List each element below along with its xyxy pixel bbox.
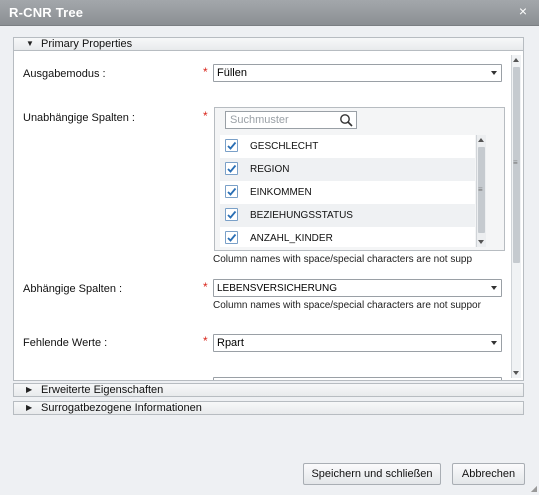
section-primary-label: Primary Properties xyxy=(41,38,133,50)
dependent-columns-select[interactable]: LEBENSVERSICHERUNG xyxy=(213,279,502,297)
list-item[interactable]: GESCHLECHT xyxy=(220,135,475,158)
chevron-down-icon xyxy=(491,286,497,290)
search-placeholder: Suchmuster xyxy=(230,114,289,126)
scroll-up-icon[interactable] xyxy=(513,58,519,62)
checkmark-icon xyxy=(227,210,237,219)
list-item[interactable]: REGION xyxy=(220,158,475,181)
chevron-down-icon xyxy=(491,341,497,345)
independent-columns-label: Unabhängige Spalten : xyxy=(23,112,135,124)
missing-values-select[interactable]: Rpart xyxy=(213,334,502,352)
search-icon[interactable] xyxy=(339,113,353,127)
list-item-label: REGION xyxy=(250,164,290,175)
required-marker: * xyxy=(203,280,208,294)
output-mode-select[interactable]: Füllen xyxy=(213,64,502,82)
expand-triangle-icon: ▶ xyxy=(26,385,33,394)
checkbox[interactable] xyxy=(225,231,238,244)
checkmark-icon xyxy=(227,164,237,173)
section-surrogate-label: Surrogatbezogene Informationen xyxy=(41,402,202,414)
panel-scrollbar[interactable]: ≡ xyxy=(511,55,521,378)
checkbox[interactable] xyxy=(225,208,238,221)
list-item[interactable]: ANZAHL_KINDER xyxy=(220,227,475,247)
dependent-columns-value: LEBENSVERSICHERUNG xyxy=(217,283,338,294)
checkbox[interactable] xyxy=(225,162,238,175)
section-surrogate-info[interactable]: ▶ Surrogatbezogene Informationen xyxy=(13,401,524,415)
grip-icon: ≡ xyxy=(478,185,483,194)
dependent-columns-hint: Column names with space/special characte… xyxy=(213,300,481,311)
partially-hidden-select[interactable] xyxy=(213,377,502,380)
list-item-label: BEZIEHUNGSSTATUS xyxy=(250,210,353,221)
save-and-close-button[interactable]: Speichern und schließen xyxy=(303,463,441,485)
cancel-button[interactable]: Abbrechen xyxy=(452,463,525,485)
output-mode-label: Ausgabemodus : xyxy=(23,68,106,80)
section-advanced-label: Erweiterte Eigenschaften xyxy=(41,384,164,396)
list-scrollbar[interactable]: ≡ xyxy=(476,135,486,247)
checkbox[interactable] xyxy=(225,139,238,152)
close-icon[interactable]: × xyxy=(516,4,530,18)
search-input[interactable]: Suchmuster xyxy=(225,111,357,129)
collapse-triangle-icon: ▼ xyxy=(26,39,34,48)
list-item-label: ANZAHL_KINDER xyxy=(250,233,333,244)
chevron-down-icon xyxy=(491,71,497,75)
output-mode-value: Füllen xyxy=(217,67,247,79)
required-marker: * xyxy=(203,109,208,123)
window-title: R-CNR Tree xyxy=(9,5,84,20)
checkmark-icon xyxy=(227,187,237,196)
list-item[interactable]: BEZIEHUNGSSTATUS xyxy=(220,204,475,227)
checkbox[interactable] xyxy=(225,185,238,198)
checkmark-icon xyxy=(227,233,237,242)
column-list: GESCHLECHT REGION EINKOMMEN BEZIEHUNGSST… xyxy=(220,135,475,247)
dependent-columns-label: Abhängige Spalten : xyxy=(23,283,123,295)
section-advanced-properties[interactable]: ▶ Erweiterte Eigenschaften xyxy=(13,383,524,397)
resize-grip-icon[interactable]: ◢ xyxy=(531,484,537,493)
list-item[interactable]: EINKOMMEN xyxy=(220,181,475,204)
window-titlebar: R-CNR Tree × xyxy=(0,0,539,26)
primary-properties-panel: Ausgabemodus : * Füllen Unabhängige Spal… xyxy=(13,51,524,381)
checkmark-icon xyxy=(227,141,237,150)
missing-values-label: Fehlende Werte : xyxy=(23,337,108,349)
list-item-label: EINKOMMEN xyxy=(250,187,312,198)
list-item-label: GESCHLECHT xyxy=(250,141,319,152)
scroll-down-icon[interactable] xyxy=(478,240,484,244)
scroll-down-icon[interactable] xyxy=(513,371,519,375)
grip-icon: ≡ xyxy=(513,158,518,167)
scroll-up-icon[interactable] xyxy=(478,138,484,142)
independent-columns-listbox: Suchmuster GESCHLECHT REGION EINKOMMEN B… xyxy=(214,107,505,251)
missing-values-value: Rpart xyxy=(217,337,244,349)
required-marker: * xyxy=(203,334,208,348)
section-primary-properties[interactable]: ▼ Primary Properties xyxy=(13,37,524,51)
required-marker: * xyxy=(203,65,208,79)
expand-triangle-icon: ▶ xyxy=(26,403,33,412)
independent-columns-hint: Column names with space/special characte… xyxy=(213,254,473,265)
